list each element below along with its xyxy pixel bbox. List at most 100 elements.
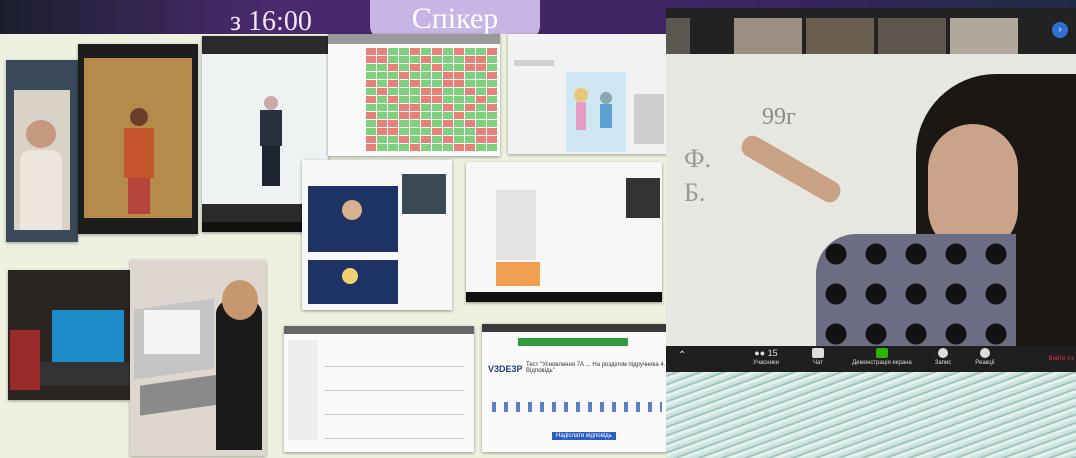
grid-cell	[465, 120, 475, 127]
submit-answer-button[interactable]: Надіслати відповідь	[552, 432, 616, 440]
grid-cell	[421, 56, 431, 63]
grid-cell	[465, 104, 475, 111]
test-form-screenshot: V3DE3P Тест "Усновлення 7А ... На розділ…	[482, 324, 668, 452]
grid-cell	[465, 80, 475, 87]
photo-girl-screen	[6, 60, 78, 242]
grid-cell	[432, 112, 442, 119]
grid-cell	[432, 88, 442, 95]
grid-cell	[476, 48, 486, 55]
grid-cell	[476, 104, 486, 111]
grid-cell	[487, 48, 497, 55]
grid-cell	[366, 80, 376, 87]
test-code: V3DE3P	[488, 364, 523, 374]
participants-button[interactable]: ●● 15 Учасники	[746, 348, 786, 366]
grid-cell	[454, 120, 464, 127]
grid-cell	[410, 112, 420, 119]
grid-cell	[366, 136, 376, 143]
grid-cell	[443, 112, 453, 119]
grid-cell	[366, 56, 376, 63]
grid-cell	[432, 48, 442, 55]
grid-cell	[388, 96, 398, 103]
grid-cell	[432, 64, 442, 71]
grid-cell	[410, 56, 420, 63]
grid-cell	[399, 64, 409, 71]
board-text-top: 99г	[762, 104, 796, 130]
grid-cell	[432, 136, 442, 143]
grid-cell	[487, 144, 497, 151]
grid-cell	[421, 128, 431, 135]
grid-cell	[487, 104, 497, 111]
grid-cell	[487, 72, 497, 79]
grid-cell	[432, 96, 442, 103]
whiteboard-video: 99г Ф. Б.	[666, 54, 1076, 346]
grid-cell	[388, 144, 398, 151]
grid-cell	[454, 136, 464, 143]
grid-cell	[399, 144, 409, 151]
participant-tile[interactable]	[878, 18, 946, 54]
grid-cell	[399, 136, 409, 143]
grid-cell	[410, 128, 420, 135]
next-page-icon[interactable]: ›	[1052, 22, 1068, 38]
grid-cell	[432, 80, 442, 87]
grid-cell	[421, 136, 431, 143]
grid-cell	[366, 128, 376, 135]
grid-cell	[377, 96, 387, 103]
zoom-toolbar: ⌃ ●● 15 Учасники Чат Демонстрація екрана…	[666, 346, 1076, 374]
grid-cell	[421, 120, 431, 127]
grid-cell	[454, 96, 464, 103]
grid-cell	[443, 136, 453, 143]
record-button[interactable]: Запис	[928, 348, 958, 366]
grid-cell	[388, 128, 398, 135]
chevron-up-icon[interactable]: ⌃	[678, 350, 686, 361]
grid-cell	[476, 120, 486, 127]
grid-cell	[432, 144, 442, 151]
grid-cell	[443, 144, 453, 151]
chat-button[interactable]: Чат	[806, 348, 830, 366]
grid-cell	[410, 64, 420, 71]
grid-cell	[388, 64, 398, 71]
grid-cell	[388, 112, 398, 119]
grid-cell	[421, 88, 431, 95]
grid-cell	[388, 72, 398, 79]
leave-meeting-button[interactable]: Вийти з к	[1048, 356, 1074, 362]
participant-tile[interactable]	[806, 18, 874, 54]
grid-cell	[421, 64, 431, 71]
share-screen-label: Демонстрація екрана	[852, 360, 912, 366]
share-screen-button[interactable]: Демонстрація екрана	[842, 348, 922, 366]
grid-cell	[443, 48, 453, 55]
grid-cell	[465, 144, 475, 151]
share-screen-icon	[876, 348, 888, 358]
grid-cell	[454, 128, 464, 135]
grid-cell	[487, 128, 497, 135]
grid-cell	[476, 144, 486, 151]
grid-cell	[399, 72, 409, 79]
grid-cell	[465, 88, 475, 95]
participant-tile[interactable]	[734, 18, 802, 54]
grid-cell	[399, 96, 409, 103]
grid-cell	[487, 88, 497, 95]
grid-cell	[399, 112, 409, 119]
grid-cell	[388, 80, 398, 87]
grid-cell	[487, 120, 497, 127]
grid-cell	[487, 96, 497, 103]
grid-cell	[377, 72, 387, 79]
reactions-icon	[980, 348, 990, 358]
grid-cell	[366, 96, 376, 103]
grid-cell	[388, 136, 398, 143]
grid-cell	[487, 80, 497, 87]
forms-list-screenshot	[284, 326, 474, 452]
grid-cell	[410, 144, 420, 151]
grid-cell	[410, 48, 420, 55]
participant-tile[interactable]	[950, 18, 1018, 54]
grid-cell	[443, 72, 453, 79]
reactions-button[interactable]: Реакції	[968, 348, 1002, 366]
grid-cell	[377, 64, 387, 71]
grid-cell	[399, 80, 409, 87]
grid-cell	[410, 72, 420, 79]
grid-cell	[410, 136, 420, 143]
grid-cell	[421, 144, 431, 151]
grid-cell	[421, 96, 431, 103]
grid-cell	[432, 128, 442, 135]
grid-cell	[443, 104, 453, 111]
grid-cell	[465, 112, 475, 119]
